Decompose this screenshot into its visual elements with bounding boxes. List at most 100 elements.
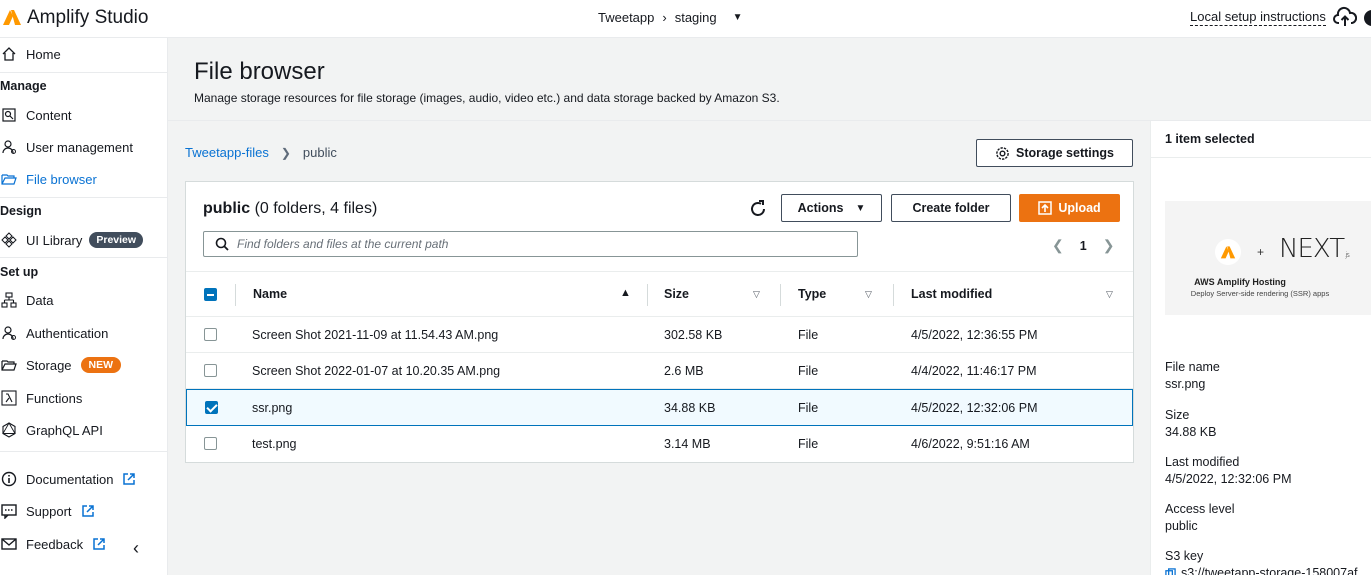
sidebar-item-home[interactable]: Home [0, 42, 61, 66]
divider [0, 197, 168, 198]
column-header-last-modified[interactable]: Last modified [911, 272, 992, 316]
file-name[interactable]: test.png [252, 426, 296, 461]
sidebar-item-graphql[interactable]: GraphQL API [0, 418, 103, 442]
amplify-logo-icon [3, 10, 21, 25]
divider [0, 72, 168, 73]
file-modified: 4/6/2022, 9:51:16 AM [911, 436, 1030, 451]
table-row-selected[interactable]: ssr.png 34.88 KB File 4/5/2022, 12:32:06… [186, 389, 1133, 426]
column-divider [780, 284, 781, 306]
chevron-right-icon: ❯ [280, 145, 291, 160]
file-name[interactable]: Screen Shot 2021-11-09 at 11.54.43 AM.pn… [252, 317, 498, 352]
copy-icon[interactable] [1165, 567, 1176, 575]
file-size: 2.6 MB [664, 363, 704, 378]
last-modified-value: 4/5/2022, 12:32:06 PM [1165, 472, 1292, 486]
sidebar-item-label: Storage [26, 357, 72, 373]
folder-counts: (0 folders, 4 files) [254, 200, 378, 217]
pagination: ❮ 1 ❯ [1052, 237, 1114, 254]
column-header-type[interactable]: Type [798, 272, 826, 316]
local-setup-link[interactable]: Local setup instructions [1190, 9, 1326, 26]
sidebar-item-user-management[interactable]: User management [0, 135, 133, 159]
table-row[interactable]: Screen Shot 2022-01-07 at 10.20.35 AM.pn… [186, 353, 1133, 389]
column-header-name[interactable]: Name [253, 272, 287, 316]
file-name[interactable]: Screen Shot 2022-01-07 at 10.20.35 AM.pn… [252, 353, 500, 388]
upload-icon [1038, 201, 1053, 215]
storage-settings-button[interactable]: Storage settings [976, 139, 1133, 167]
collapse-sidebar-icon[interactable]: ‹ [133, 538, 139, 559]
gear-icon [996, 146, 1009, 160]
mail-icon [1, 538, 17, 550]
sidebar-item-label: Home [26, 46, 61, 62]
sidebar-item-storage[interactable]: Storage NEW [0, 353, 122, 377]
actions-button[interactable]: Actions ▼ [781, 194, 882, 222]
column-header-size[interactable]: Size [664, 272, 689, 316]
page-title: File browser [194, 58, 325, 85]
external-link-icon [93, 538, 105, 550]
sidebar-item-support[interactable]: Support [0, 499, 94, 523]
row-checkbox[interactable] [205, 401, 218, 414]
content-icon [2, 108, 16, 122]
sidebar-item-data[interactable]: Data [0, 288, 53, 312]
access-level-label: Access level [1165, 502, 1235, 516]
size-value: 34.88 KB [1165, 425, 1217, 439]
refresh-icon[interactable] [748, 199, 768, 219]
page-header: File browser Manage storage resources fo… [168, 38, 1371, 121]
sidebar-item-documentation[interactable]: Documentation [0, 467, 136, 491]
file-name[interactable]: ssr.png [252, 390, 292, 425]
next-page-icon[interactable]: ❯ [1103, 237, 1115, 254]
row-checkbox[interactable] [204, 364, 217, 377]
folder-open-icon [1, 174, 17, 185]
create-folder-button[interactable]: Create folder [891, 194, 1011, 222]
button-label: Storage settings [1016, 146, 1114, 160]
row-checkbox[interactable] [204, 437, 217, 450]
folder-open-icon [1, 360, 17, 371]
divider [0, 257, 168, 258]
caret-down-icon: ▼ [855, 202, 866, 214]
file-type: File [798, 436, 819, 451]
button-label: Upload [1058, 201, 1101, 215]
sidebar-item-feedback[interactable]: Feedback [0, 532, 105, 556]
breadcrumb-root-link[interactable]: Tweetapp-files [185, 145, 269, 160]
main-content: Tweetapp-files ❯ public Storage settings… [168, 121, 1150, 575]
select-all-checkbox[interactable] [204, 288, 217, 301]
sort-ascending-icon[interactable]: ▲ [620, 287, 631, 299]
sidebar-item-content[interactable]: Content [0, 103, 72, 127]
detail-panel: 1 item selected + NEXT.js AWS Amplify Ho… [1150, 121, 1371, 575]
search-icon [215, 237, 229, 251]
search-field[interactable] [203, 231, 858, 257]
sidebar-item-label: Documentation [26, 471, 114, 487]
user-avatar[interactable] [1364, 10, 1371, 26]
table-row[interactable]: test.png 3.14 MB File 4/6/2022, 9:51:16 … [186, 426, 1133, 462]
file-size: 302.58 KB [664, 327, 723, 342]
sort-icon[interactable]: ▽ [1106, 289, 1113, 300]
file-modified: 4/5/2022, 12:36:55 PM [911, 327, 1038, 342]
current-page[interactable]: 1 [1080, 239, 1087, 253]
column-divider [647, 284, 648, 306]
sidebar-item-label: Functions [26, 390, 83, 406]
environment-switcher[interactable]: Tweetapp › staging ▼ [598, 10, 743, 25]
table-row[interactable]: Screen Shot 2021-11-09 at 11.54.43 AM.pn… [186, 317, 1133, 353]
sidebar-item-label: Support [26, 503, 72, 519]
nextjs-logo-text: NEXT [1279, 234, 1345, 264]
search-input[interactable] [237, 237, 837, 251]
panel-title: public (0 folders, 4 files) [203, 200, 377, 218]
upload-button[interactable]: Upload [1019, 194, 1120, 222]
plus-icon: + [1257, 245, 1265, 259]
sidebar-item-file-browser[interactable]: File browser [0, 167, 97, 191]
branch-name[interactable]: staging [675, 10, 717, 25]
sidebar-item-functions[interactable]: Functions [0, 386, 82, 410]
file-type: File [798, 327, 819, 342]
row-checkbox[interactable] [204, 328, 217, 341]
amplify-logo-icon [1215, 239, 1241, 265]
sidebar-item-ui-library[interactable]: UI Library Preview [0, 228, 144, 252]
sidebar-item-authentication[interactable]: Authentication [0, 321, 108, 345]
previous-page-icon[interactable]: ❮ [1052, 237, 1064, 254]
chevron-right-icon: › [662, 10, 667, 25]
app-name[interactable]: Tweetapp [598, 10, 654, 25]
column-divider [893, 284, 894, 306]
sort-icon[interactable]: ▽ [865, 289, 872, 300]
nextjs-logo-suffix: .js [1344, 251, 1350, 259]
sort-icon[interactable]: ▽ [753, 289, 760, 300]
caret-down-icon[interactable]: ▼ [733, 12, 743, 23]
sidebar-item-label: Data [26, 292, 54, 308]
cloud-upload-icon[interactable] [1333, 6, 1357, 28]
